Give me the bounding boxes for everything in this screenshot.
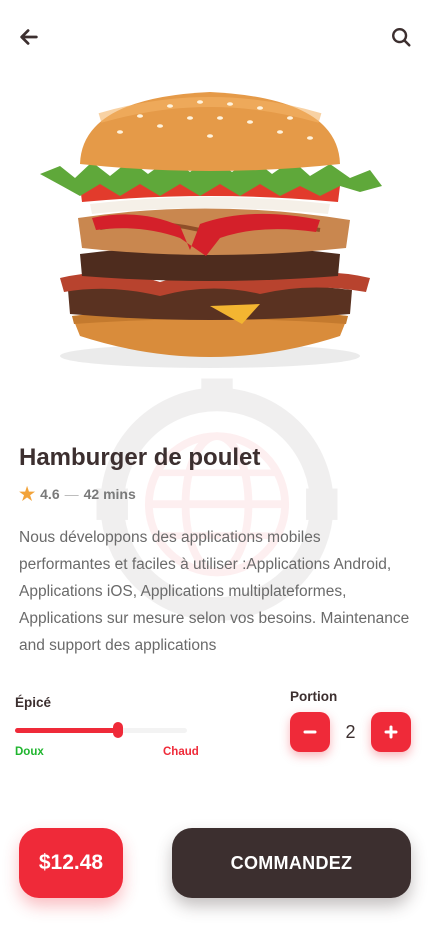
price-badge: $12.48 [19, 828, 123, 898]
rating-value: 4.6 [40, 486, 60, 502]
portion-quantity: 2 [345, 722, 356, 742]
order-button[interactable]: COMMANDEZ [172, 828, 411, 898]
slider-thumb[interactable] [113, 722, 124, 738]
plus-icon [384, 725, 398, 739]
portion-label: Portion [290, 689, 338, 704]
arrow-left-icon [20, 29, 38, 45]
spice-max-label: Chaud [163, 746, 199, 758]
increase-portion-button[interactable] [371, 712, 411, 752]
star-icon: ★ [19, 484, 36, 504]
prep-time: 42 mins [83, 486, 136, 502]
spice-slider[interactable] [15, 722, 187, 740]
meta-separator: — [64, 486, 79, 502]
search-icon [392, 28, 411, 47]
burger-image [40, 92, 382, 368]
product-title: Hamburger de poulet [19, 444, 261, 471]
spice-label: Épicé [15, 695, 52, 710]
top-bar [14, 22, 416, 52]
decrease-portion-button[interactable] [290, 712, 330, 752]
spice-min-label: Doux [15, 746, 44, 758]
product-meta: ★ 4.6 — 42 mins [19, 485, 136, 503]
slider-fill [15, 728, 119, 733]
back-button[interactable] [14, 22, 44, 52]
minus-icon [303, 730, 317, 734]
search-button[interactable] [386, 22, 416, 52]
product-description: Nous développons des applications mobile… [19, 529, 410, 654]
